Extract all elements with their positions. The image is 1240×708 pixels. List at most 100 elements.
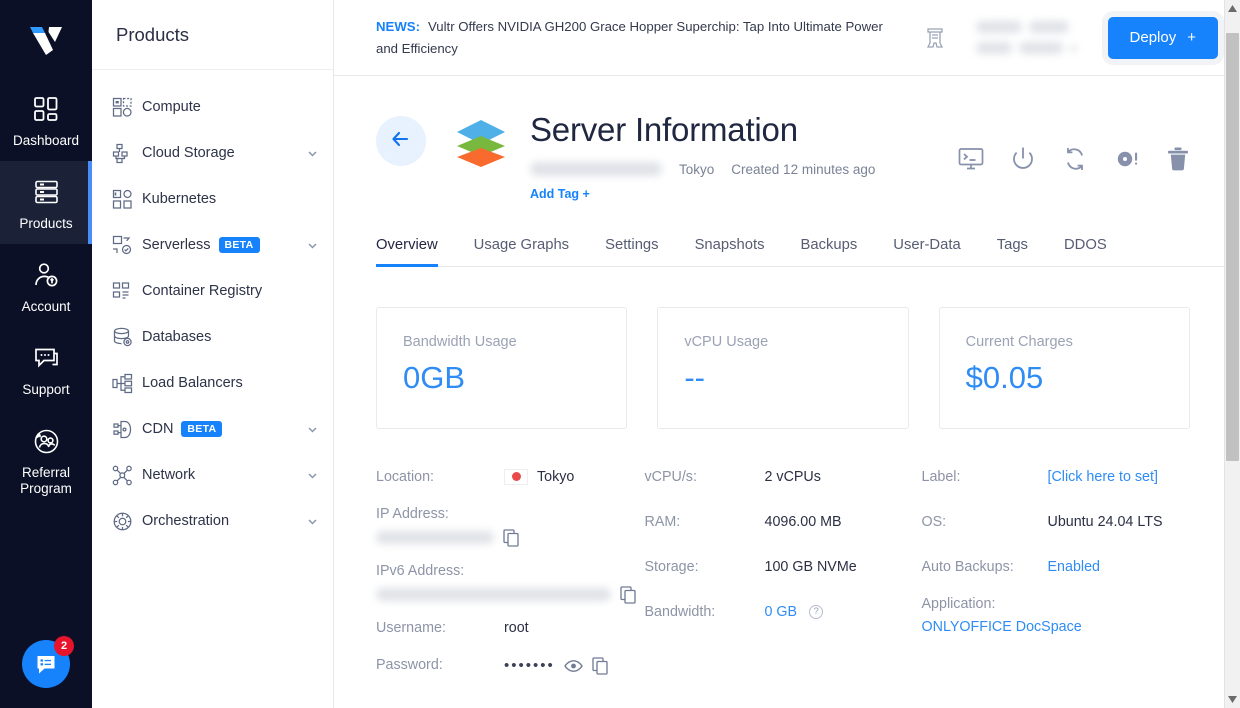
- products-panel-header: Products: [92, 0, 333, 70]
- products-list: Compute Cloud Storage: [92, 70, 333, 544]
- scroll-down-icon[interactable]: [1225, 691, 1240, 708]
- server-actions: [958, 146, 1190, 172]
- product-item-label: Kubernetes: [142, 191, 216, 207]
- detail-username: Username: root: [376, 620, 645, 641]
- sidebar-item-label: Support: [22, 382, 69, 398]
- detail-value: Tokyo: [504, 469, 574, 485]
- vultr-console: Dashboard Products: [0, 0, 1240, 708]
- details-column-2: vCPU/s: 2 vCPUs RAM: 4096.00 MB Storage:…: [645, 469, 922, 694]
- trash-icon[interactable]: [1166, 146, 1190, 172]
- product-item-network[interactable]: Network: [92, 452, 333, 498]
- sidebar-item-label: Referral Program: [4, 465, 88, 497]
- auto-backups-link[interactable]: Enabled: [1048, 559, 1100, 575]
- sidebar-item-dashboard[interactable]: Dashboard: [0, 78, 92, 161]
- copy-icon[interactable]: [503, 529, 520, 547]
- chevron-down-icon[interactable]: [306, 469, 319, 482]
- detail-value: Ubuntu 24.04 LTS: [1048, 514, 1163, 530]
- tab-snapshots[interactable]: Snapshots: [695, 237, 765, 266]
- support-chat-button[interactable]: 2: [22, 640, 70, 688]
- scrollbar-thumb[interactable]: [1226, 33, 1239, 461]
- chevron-down-icon[interactable]: [306, 239, 319, 252]
- detail-label: Label:: [922, 469, 1048, 485]
- product-item-container-registry[interactable]: Container Registry: [92, 268, 333, 314]
- detail-label: Location:: [376, 469, 504, 485]
- details-column-3: Label: [Click here to set] OS: Ubuntu 24…: [922, 469, 1191, 694]
- tab-backups[interactable]: Backups: [801, 237, 858, 266]
- restart-icon[interactable]: [1062, 146, 1088, 172]
- card-label: vCPU Usage: [684, 334, 881, 350]
- chevron-down-icon[interactable]: [306, 147, 319, 160]
- server-stack-icon: [33, 175, 60, 209]
- deploy-button[interactable]: Deploy +: [1108, 17, 1218, 59]
- product-item-orchestration[interactable]: Orchestration: [92, 498, 333, 544]
- card-bandwidth-usage: Bandwidth Usage 0GB: [376, 307, 627, 429]
- product-item-label: Cloud Storage: [142, 145, 235, 161]
- copy-icon[interactable]: [592, 657, 609, 675]
- set-label-link[interactable]: [Click here to set]: [1048, 469, 1158, 485]
- card-label: Current Charges: [966, 334, 1163, 350]
- power-icon[interactable]: [1010, 146, 1036, 172]
- user-key-icon: [33, 258, 60, 292]
- product-item-databases[interactable]: Databases: [92, 314, 333, 360]
- sidebar-item-label: Dashboard: [13, 133, 79, 149]
- product-item-kubernetes[interactable]: Kubernetes: [92, 176, 333, 222]
- product-item-serverless[interactable]: Serverless BETA: [92, 222, 333, 268]
- tab-user-data[interactable]: User-Data: [893, 237, 960, 266]
- detail-application: Application: ONLYOFFICE DocSpace: [922, 596, 1191, 635]
- scroll-up-icon[interactable]: [1225, 0, 1240, 17]
- stat-cards: Bandwidth Usage 0GB vCPU Usage -- Curren…: [376, 307, 1240, 429]
- product-item-label: Compute: [142, 99, 201, 115]
- eye-icon[interactable]: [564, 659, 583, 673]
- tab-ddos[interactable]: DDOS: [1064, 237, 1107, 266]
- detail-label: RAM:: [645, 514, 765, 530]
- tab-overview[interactable]: Overview: [376, 237, 438, 266]
- page-title: Server Information: [530, 112, 875, 148]
- detail-bandwidth: Bandwidth: 0 GB ?: [645, 604, 922, 625]
- console-icon[interactable]: [958, 146, 984, 172]
- chevron-down-icon[interactable]: [306, 515, 319, 528]
- detail-value: 2 vCPUs: [765, 469, 821, 485]
- sidebar-item-products[interactable]: Products: [0, 161, 92, 244]
- product-item-label: Network: [142, 467, 195, 483]
- detail-label: vCPU/s:: [645, 469, 765, 485]
- product-item-compute[interactable]: Compute: [92, 84, 333, 130]
- tab-usage-graphs[interactable]: Usage Graphs: [474, 237, 569, 266]
- orchestration-icon: [112, 511, 142, 532]
- back-button[interactable]: [376, 116, 426, 166]
- product-item-cdn[interactable]: CDN BETA: [92, 406, 333, 452]
- products-panel: Products Compute: [92, 0, 334, 708]
- detail-value: root: [504, 620, 529, 636]
- sidebar-item-referral-program[interactable]: Referral Program: [0, 410, 92, 509]
- chat-list-icon: [34, 652, 58, 676]
- application-link[interactable]: ONLYOFFICE DocSpace: [922, 619, 1191, 635]
- chevron-down-icon[interactable]: [306, 423, 319, 436]
- tab-settings[interactable]: Settings: [605, 237, 658, 266]
- detail-vcpus: vCPU/s: 2 vCPUs: [645, 469, 922, 490]
- tab-tags[interactable]: Tags: [997, 237, 1028, 266]
- copy-icon[interactable]: [620, 586, 637, 604]
- vultr-logo[interactable]: [0, 0, 92, 78]
- add-tag-button[interactable]: Add Tag +: [530, 187, 590, 201]
- product-item-load-balancers[interactable]: Load Balancers: [92, 360, 333, 406]
- server-details: Location: Tokyo IP Address:: [376, 469, 1240, 694]
- news-banner: NEWS:Vultr Offers NVIDIA GH200 Grace Hop…: [334, 0, 1240, 76]
- detail-label: Username:: [376, 620, 504, 636]
- password-masked: •••••••: [504, 657, 555, 674]
- panel-title: Products: [116, 24, 189, 46]
- sidebar-item-support[interactable]: Support: [0, 327, 92, 410]
- product-item-cloud-storage[interactable]: Cloud Storage: [92, 130, 333, 176]
- ipv6-address-redacted: [376, 588, 611, 601]
- overview-content: Server Information Tokyo Created 12 minu…: [334, 76, 1240, 694]
- help-icon[interactable]: ?: [809, 605, 823, 619]
- server-created: Created 12 minutes ago: [731, 162, 875, 177]
- reinstall-disc-icon[interactable]: [1114, 146, 1140, 172]
- chat-bubble-icon: [33, 341, 60, 375]
- product-item-label: CDN: [142, 421, 173, 437]
- announcement-icon[interactable]: [924, 26, 946, 50]
- detail-label: OS:: [922, 514, 1048, 530]
- page-scrollbar[interactable]: [1224, 0, 1240, 708]
- details-column-1: Location: Tokyo IP Address:: [376, 469, 645, 694]
- news-headline[interactable]: Vultr Offers NVIDIA GH200 Grace Hopper S…: [376, 19, 883, 55]
- cdn-icon: [112, 419, 142, 440]
- sidebar-item-account[interactable]: Account: [0, 244, 92, 327]
